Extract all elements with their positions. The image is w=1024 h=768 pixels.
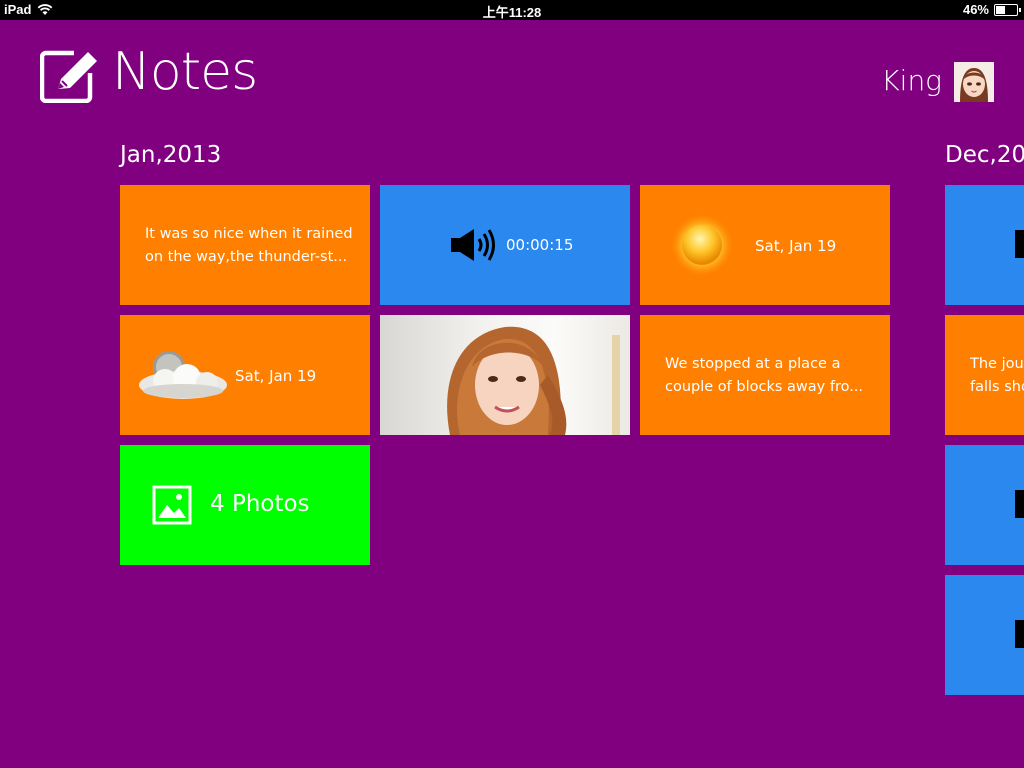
note-tile-audio[interactable]: [945, 185, 1024, 305]
note-preview-line: It was so nice when it rained: [145, 226, 353, 242]
notes-app: Notes King Jan,2013 It was so nice when …: [0, 20, 1024, 768]
group-title-jan-2013: Jan,2013: [120, 142, 222, 168]
status-bar: iPad 上午11:28 46%: [0, 0, 1024, 20]
note-tile-weather[interactable]: Sat, Jan 19: [120, 315, 370, 435]
user-avatar[interactable]: [954, 62, 994, 102]
user-name[interactable]: King: [881, 64, 942, 97]
battery-icon: [994, 3, 1021, 16]
note-tile-weather[interactable]: Sat, Jan 19: [640, 185, 890, 305]
note-tile-photos[interactable]: 4 Photos: [120, 445, 370, 565]
note-preview-line: on the way,the thunder-st...: [145, 249, 348, 265]
sun-icon: [671, 214, 733, 276]
speaker-icon: [1015, 230, 1024, 258]
note-tile-audio[interactable]: [945, 445, 1024, 565]
app-title: Notes: [112, 42, 258, 102]
speaker-icon: [1015, 620, 1024, 648]
note-preview-line: couple of blocks away fro...: [665, 379, 864, 395]
photos-count-label: 4 Photos: [210, 491, 310, 517]
weather-date: Sat, Jan 19: [755, 237, 837, 255]
note-tile-photo[interactable]: [380, 315, 630, 435]
cloud-icon: [139, 351, 227, 399]
group-title-dec: Dec,20: [945, 142, 1024, 168]
image-icon: [152, 485, 192, 525]
weather-date: Sat, Jan 19: [235, 367, 317, 385]
note-tile-text[interactable]: The jour falls sho: [945, 315, 1024, 435]
speaker-icon: [451, 229, 495, 261]
portrait-photo: [447, 326, 620, 435]
note-preview-line: We stopped at a place a: [665, 356, 841, 372]
speaker-icon: [1015, 490, 1024, 518]
note-preview-line: falls sho: [970, 379, 1024, 395]
note-preview-line: The jour: [970, 356, 1024, 372]
battery-percent: 46%: [962, 2, 989, 17]
battery-level-fill: [996, 5, 1006, 14]
edit-note-icon: [40, 50, 97, 103]
audio-duration: 00:00:15: [506, 236, 574, 254]
note-tile-text[interactable]: It was so nice when it rained on the way…: [120, 185, 370, 305]
note-tile-audio[interactable]: [945, 575, 1024, 695]
note-tile-text[interactable]: We stopped at a place a couple of blocks…: [640, 315, 890, 435]
note-tile-audio[interactable]: 00:00:15: [380, 185, 630, 305]
clock: 上午11:28: [482, 5, 542, 20]
